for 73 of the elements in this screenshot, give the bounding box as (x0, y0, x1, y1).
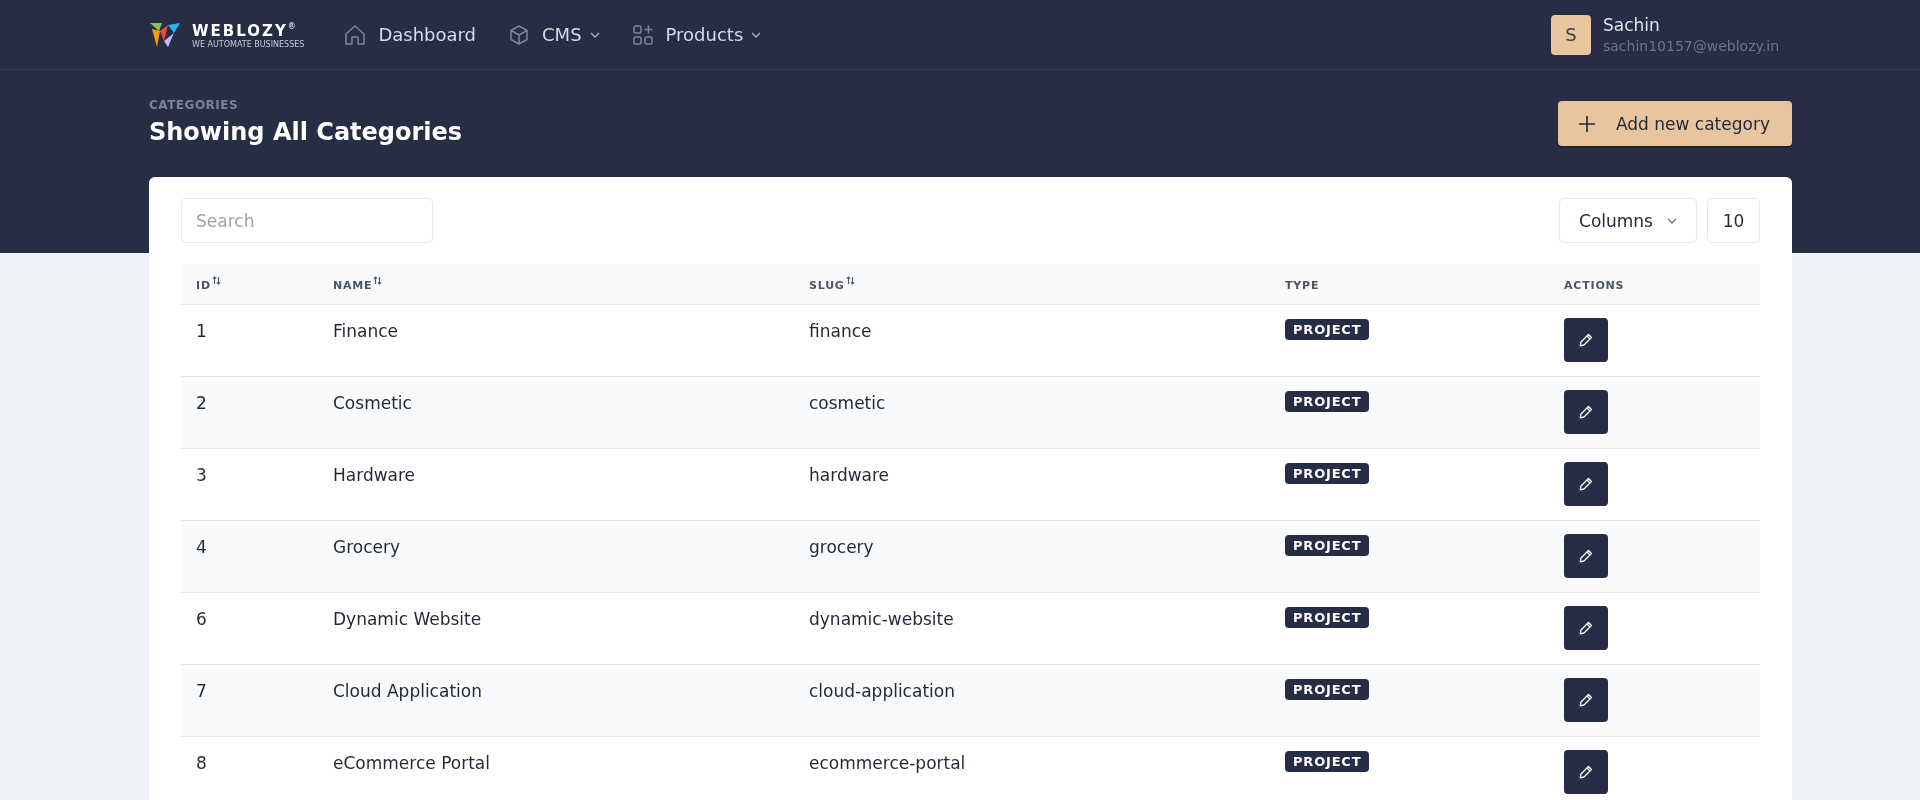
table-cell: 1 (196, 320, 207, 341)
logo-wordmark: WEBLOZY (192, 21, 288, 40)
column-header[interactable]: NAME (333, 279, 383, 293)
table-cell: Hardware (333, 464, 416, 485)
nav-link[interactable]: Dashboard (344, 23, 477, 46)
edit-button[interactable] (1564, 389, 1608, 434)
column-header[interactable]: ID (196, 279, 221, 293)
type-badge: PROJECT (1285, 606, 1370, 628)
table-cell: ecommerce-portal (809, 752, 966, 773)
pencil-icon (1578, 619, 1594, 636)
nav-link[interactable]: Products (631, 23, 762, 46)
type-badge: PROJECT (1285, 534, 1370, 556)
add-category-button[interactable]: Add new category (1558, 101, 1792, 146)
table-cell: 8 (196, 752, 207, 773)
pencil-icon (1578, 403, 1594, 420)
edit-button[interactable] (1564, 317, 1608, 362)
pencil-icon (1578, 331, 1594, 348)
user-email: sachin10157@weblozy.in (1603, 38, 1779, 54)
column-header: TYPE (1285, 279, 1320, 293)
table-cell: Grocery (333, 536, 401, 557)
pencil-icon (1578, 691, 1594, 708)
chevron-down-icon (589, 31, 600, 38)
grid-plus-icon (631, 23, 654, 46)
user-avatar[interactable]: S (1551, 14, 1591, 55)
edit-button[interactable] (1564, 461, 1608, 506)
chevron-down-icon (1667, 217, 1677, 224)
sort-icon (211, 276, 221, 286)
columns-button[interactable]: Columns (1559, 198, 1697, 243)
table-cell: 2 (196, 392, 207, 413)
search-field[interactable]: Search (181, 198, 433, 243)
type-badge: PROJECT (1285, 678, 1370, 700)
table-cell: 4 (196, 536, 207, 557)
sort-icon (845, 276, 855, 286)
table-cell: cloud-application (809, 680, 955, 701)
page-title: Showing All Categories (149, 118, 463, 146)
table-cell: Dynamic Website (333, 608, 482, 629)
plus-icon (1578, 114, 1596, 133)
type-badge: PROJECT (1285, 318, 1370, 340)
breadcrumb: CATEGORIES (149, 98, 240, 112)
column-header: ACTIONS (1564, 279, 1625, 293)
table-cell: dynamic-website (809, 608, 954, 629)
pencil-icon (1578, 547, 1594, 564)
home-icon (344, 23, 367, 46)
edit-button[interactable] (1564, 605, 1608, 650)
table-cell: 7 (196, 680, 207, 701)
table-cell: eCommerce Portal (333, 752, 490, 773)
table-cell: 6 (196, 608, 207, 629)
page-size-select[interactable]: 10 (1707, 198, 1760, 243)
type-badge: PROJECT (1285, 750, 1370, 772)
edit-button[interactable] (1564, 677, 1608, 722)
table-cell: cosmetic (809, 392, 886, 413)
edit-button[interactable] (1564, 533, 1608, 578)
pencil-icon (1578, 475, 1594, 492)
logo[interactable]: WEBLOZY$^{®}$ WE AUTOMATE BUSINESSES (150, 20, 305, 49)
edit-button[interactable] (1564, 749, 1608, 794)
table-cell: Cloud Application (333, 680, 482, 701)
cube-icon (508, 23, 531, 46)
chevron-down-icon (751, 31, 762, 38)
user-name: Sachin (1603, 15, 1661, 35)
type-badge: PROJECT (1285, 390, 1370, 412)
table-cell: finance (809, 320, 872, 341)
column-header[interactable]: SLUG (809, 279, 855, 293)
table-cell: hardware (809, 464, 890, 485)
registered-mark: ® (287, 22, 296, 32)
nav-link[interactable]: CMS (508, 23, 600, 46)
pencil-icon (1578, 763, 1594, 780)
sort-icon (373, 276, 383, 286)
table-cell: Cosmetic (333, 392, 412, 413)
logo-tagline: WE AUTOMATE BUSINESSES (192, 39, 305, 49)
table-cell: grocery (809, 536, 874, 557)
table-cell: Finance (333, 320, 399, 341)
table-cell: 3 (196, 464, 207, 485)
type-badge: PROJECT (1285, 462, 1370, 484)
